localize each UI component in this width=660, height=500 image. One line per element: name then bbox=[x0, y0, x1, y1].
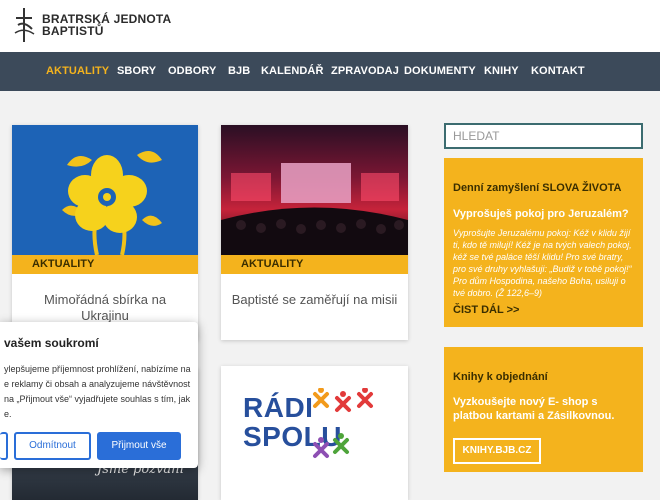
cookie-text: ylepšujeme příjemnost prohlížení, nabízí… bbox=[4, 364, 191, 419]
cookie-title: vašem soukromí bbox=[4, 336, 99, 350]
nav-item-kalendar[interactable]: KALENDÁŘ bbox=[261, 52, 324, 91]
cookie-accept-button[interactable]: Přijmout vše bbox=[97, 432, 181, 460]
card-image-concert[interactable] bbox=[221, 125, 408, 255]
main-nav: AKTUALITY SBORY ODBORY BJB KALENDÁŘ ZPRA… bbox=[0, 52, 660, 91]
books-shop-button[interactable]: KNIHY.BJB.CZ bbox=[453, 438, 541, 464]
card-title[interactable]: Mimořádná sbírka na Ukrajinu bbox=[22, 292, 188, 324]
card-tag[interactable]: AKTUALITY bbox=[12, 255, 198, 274]
flower-illustration bbox=[62, 151, 162, 255]
nav-item-dokumenty[interactable]: DOKUMENTY bbox=[404, 52, 476, 91]
news-card[interactable]: AKTUALITY Mimořádná sbírka na Ukrajinu bbox=[12, 125, 198, 340]
radi-spolu-line-1: RÁDI bbox=[243, 392, 314, 423]
nav-item-kontakt[interactable]: KONTAKT bbox=[531, 52, 585, 91]
people-figures-icon bbox=[313, 388, 373, 458]
nav-item-sbory[interactable]: SBORY bbox=[117, 52, 156, 91]
concert-illustration bbox=[221, 163, 408, 255]
cookie-consent-dialog: vašem soukromí ylepšujeme příjemnost pro… bbox=[0, 322, 198, 468]
card-image-ukraine-flower[interactable] bbox=[12, 125, 198, 255]
cookie-settings-button[interactable] bbox=[0, 432, 8, 460]
card-tag[interactable]: AKTUALITY bbox=[221, 255, 408, 274]
nav-item-zpravodaj[interactable]: ZPRAVODAJ bbox=[331, 52, 399, 91]
cross-logo-icon bbox=[14, 8, 35, 42]
search-input[interactable] bbox=[444, 123, 643, 149]
daily-devotion-title[interactable]: Denní zamyšlení SLOVA ŽIVOTA bbox=[453, 182, 622, 194]
daily-devotion-box: Denní zamyšlení SLOVA ŽIVOTA Vyprošuješ … bbox=[444, 158, 643, 327]
nav-item-knihy[interactable]: KNIHY bbox=[484, 52, 519, 91]
books-title: Knihy k objednání bbox=[453, 371, 548, 383]
site-header: BRATRSKÁ JEDNOTA BAPTISTŮ bbox=[0, 0, 660, 52]
site-logo[interactable]: BRATRSKÁ JEDNOTA BAPTISTŮ bbox=[12, 7, 171, 43]
nav-item-odbory[interactable]: ODBORY bbox=[168, 52, 216, 91]
nav-item-bjb[interactable]: BJB bbox=[228, 52, 250, 91]
cookie-reject-button[interactable]: Odmítnout bbox=[14, 432, 91, 460]
brand-line-2: BAPTISTŮ bbox=[42, 24, 104, 38]
brand-name: BRATRSKÁ JEDNOTA BAPTISTŮ bbox=[42, 13, 171, 37]
verse-text: Vyprošujte Jeruzalému pokoj: Kéž v klidu… bbox=[453, 228, 632, 298]
books-text: Vyzkoušejte nový E- shop s platbou karta… bbox=[453, 396, 615, 422]
books-box: Knihy k objednání Vyzkoušejte nový E- sh… bbox=[444, 347, 643, 472]
nav-item-aktuality[interactable]: AKTUALITY bbox=[46, 52, 109, 91]
card-image-radi-spolu[interactable]: RÁDI SPOLU bbox=[221, 366, 408, 500]
read-more-link[interactable]: ČIST DÁL >> bbox=[453, 304, 519, 316]
card-title[interactable]: Baptisté se zaměřují na misii bbox=[231, 292, 398, 308]
verse-title[interactable]: Vyprošuješ pokoj pro Jeruzalém? bbox=[453, 208, 629, 220]
news-card[interactable]: RÁDI SPOLU bbox=[221, 366, 408, 500]
news-card[interactable]: AKTUALITY Baptisté se zaměřují na misii bbox=[221, 125, 408, 340]
